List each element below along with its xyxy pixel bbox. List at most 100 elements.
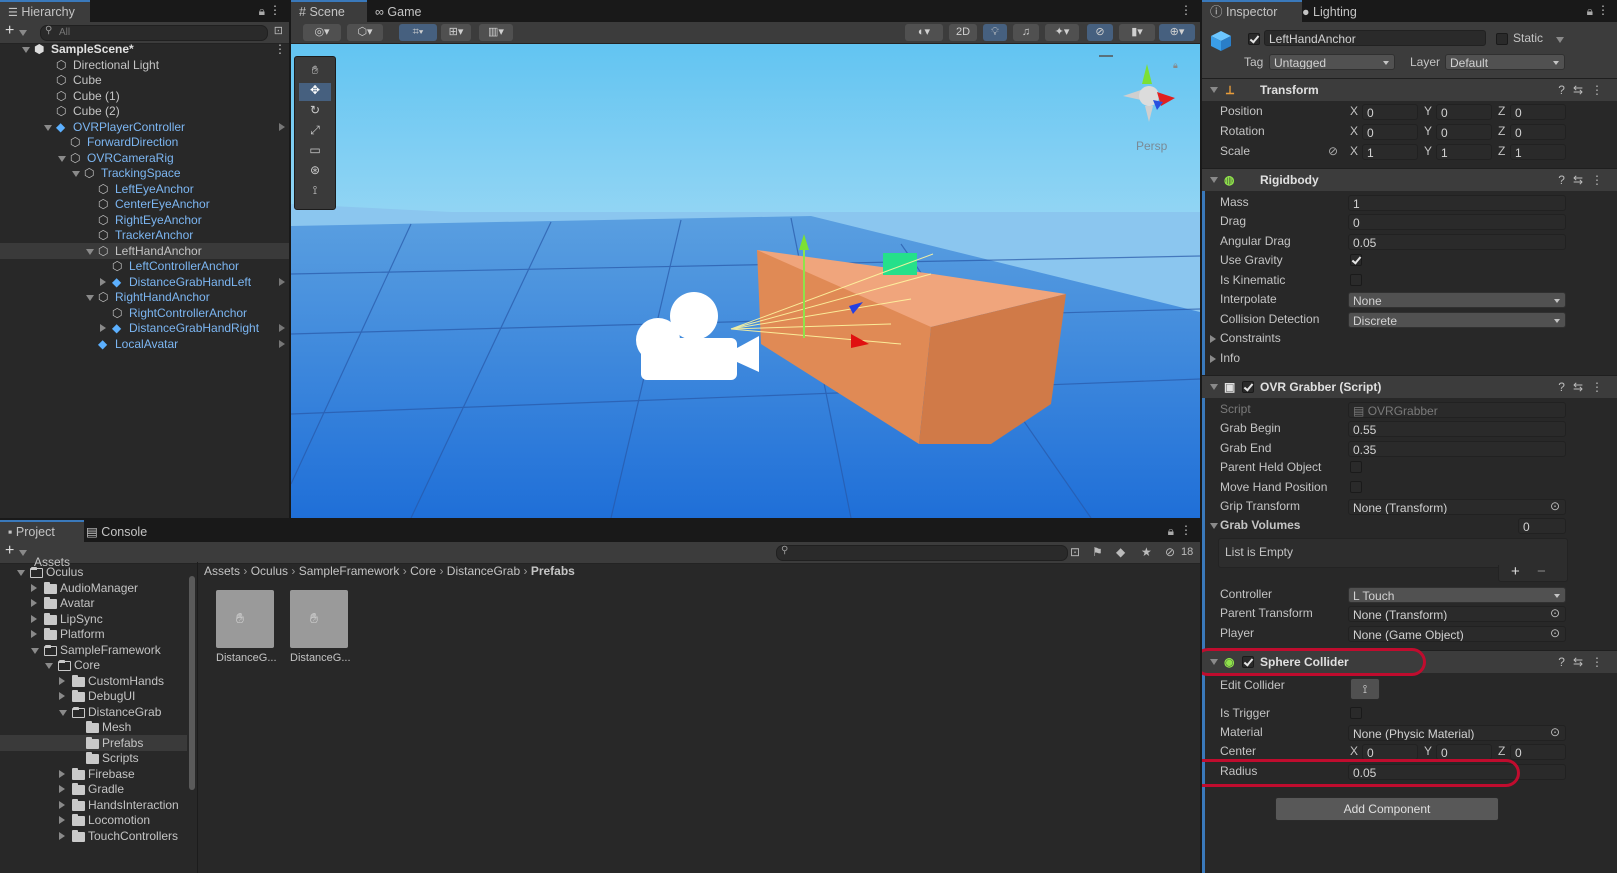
breadcrumb-item[interactable]: Prefabs [531, 564, 575, 578]
tab-project[interactable]: ▪ Project [0, 520, 84, 544]
grab-volumes-size[interactable]: 0 [1518, 518, 1566, 534]
hierarchy-item[interactable]: ⬡ ForwardDirection [0, 134, 289, 150]
center-x[interactable]: 0 [1362, 744, 1418, 760]
asset-tile[interactable]: ✋︎ DistanceG... [290, 590, 351, 664]
chevron-down-icon[interactable] [19, 550, 27, 556]
angular-drag-field[interactable]: 0.05 [1348, 234, 1566, 250]
object-picker-icon[interactable]: ⊙ [1550, 723, 1560, 742]
center-z[interactable]: 0 [1510, 744, 1566, 760]
constrain-proportions-icon[interactable]: ⊘ [1328, 142, 1338, 161]
kebab-menu-icon[interactable]: ⋮ [1180, 523, 1192, 537]
lock-icon[interactable]: 🔒︎ [1168, 524, 1174, 539]
hierarchy-item[interactable]: ⬡ TrackingSpace [0, 165, 289, 181]
kebab-menu-icon[interactable]: ⋮ [1597, 3, 1609, 17]
add-component-button[interactable]: Add Component [1275, 797, 1499, 821]
hierarchy-item[interactable]: ⬡ Cube (1) [0, 88, 289, 104]
search-by-type-icon[interactable]: ⊡ [1070, 545, 1080, 559]
move-tool[interactable]: ✥ [299, 83, 331, 101]
folder-tree-item[interactable]: TouchControllers [0, 828, 187, 844]
mass-field[interactable]: 1 [1348, 195, 1566, 211]
transform-header[interactable]: ⟂ Transform ?⇆⋮ [1202, 78, 1617, 101]
collapse-icon[interactable] [86, 295, 94, 301]
collapse-icon[interactable] [17, 570, 25, 576]
grabber-enabled-checkbox[interactable] [1242, 381, 1254, 393]
lock-icon[interactable]: 🔒︎ [1173, 60, 1178, 71]
breadcrumb-item[interactable]: SampleFramework [299, 564, 400, 578]
parent-held-checkbox[interactable] [1350, 461, 1362, 473]
draw-mode-button[interactable]: ◎▾ [303, 24, 341, 41]
lighting-toggle-button[interactable]: 💡︎ [983, 24, 1007, 41]
chevron-down-icon[interactable] [19, 30, 27, 36]
folder-tree-item[interactable]: Core [0, 657, 187, 673]
object-picker-icon[interactable]: ⊙ [1550, 497, 1560, 516]
grab-volumes-row[interactable]: Grab Volumes 0 [1202, 516, 1617, 535]
grab-begin-field[interactable]: 0.55 [1348, 421, 1566, 437]
scene-visibility-button[interactable]: ⬡▾ [347, 24, 383, 41]
tab-lighting[interactable]: ● Lighting [1294, 0, 1365, 22]
breadcrumb-item[interactable]: Assets [204, 564, 240, 578]
move-hand-checkbox[interactable] [1350, 481, 1362, 493]
component-header-icons[interactable]: ?⇆⋮ [1558, 376, 1611, 398]
folder-tree-item[interactable]: AudioManager [0, 580, 187, 596]
edit-collider-button[interactable]: ⟟ [1350, 678, 1380, 700]
object-name-field[interactable]: LeftHandAnchor [1264, 30, 1486, 46]
hierarchy-item[interactable]: ◆ OVRPlayerController [0, 119, 289, 135]
hidden-packages-icon[interactable]: ⊘ [1165, 545, 1175, 559]
transform-tool[interactable]: ⊛ [299, 163, 331, 181]
collapse-icon[interactable] [59, 709, 67, 716]
open-prefab-icon[interactable] [279, 324, 285, 332]
grid-toggle-button[interactable]: ⊞▾ [441, 24, 471, 41]
kebab-menu-icon[interactable]: ⋮ [1180, 3, 1192, 17]
hierarchy-item[interactable]: ⬡ RightHandAnchor [0, 289, 289, 305]
expand-icon[interactable] [59, 785, 65, 793]
hierarchy-item[interactable]: ⬡ RightControllerAnchor [0, 305, 289, 321]
layer-dropdown[interactable]: Default [1445, 54, 1565, 70]
expand-icon[interactable] [31, 599, 37, 607]
collapse-icon[interactable] [22, 47, 30, 53]
folder-tree-item[interactable]: Prefabs [0, 734, 187, 751]
is-kinematic-checkbox[interactable] [1350, 274, 1362, 286]
audio-toggle-button[interactable]: ♫ [1013, 24, 1039, 41]
folder-tree-item[interactable]: Gradle [0, 781, 187, 797]
info-row[interactable]: Info [1202, 349, 1617, 368]
hidden-objects-button[interactable]: ⊘ [1087, 24, 1113, 41]
hierarchy-item[interactable]: ⬡ Directional Light [0, 57, 289, 73]
expand-icon[interactable] [59, 831, 65, 840]
folder-tree-item[interactable]: Avatar [0, 595, 187, 611]
expand-icon[interactable] [59, 692, 65, 700]
effects-button[interactable]: ✦▾ [1045, 24, 1079, 41]
collapse-icon[interactable] [1210, 177, 1218, 183]
chevron-down-icon[interactable] [1556, 37, 1564, 43]
hierarchy-item[interactable]: ⬡ Cube (2) [0, 103, 289, 119]
folder-tree-item[interactable]: Locomotion [0, 812, 187, 828]
scale-x[interactable]: 1 [1362, 144, 1418, 160]
kebab-menu-icon[interactable]: ⋮ [274, 41, 286, 57]
lock-icon[interactable]: 🔒︎ [259, 4, 265, 19]
expand-icon[interactable] [59, 769, 65, 778]
kebab-menu-icon[interactable]: ⋮ [269, 3, 281, 17]
material-field[interactable]: None (Physic Material) [1348, 725, 1566, 741]
ovr-grabber-header[interactable]: ▣ OVR Grabber (Script) ?⇆⋮ [1202, 375, 1617, 398]
collapse-icon[interactable] [72, 171, 80, 177]
parent-transform-field[interactable]: None (Transform) [1348, 606, 1566, 622]
folder-tree-item[interactable]: Platform [0, 626, 187, 642]
hierarchy-item[interactable]: ⬡ Cube [0, 72, 289, 88]
tab-game[interactable]: ∞ Game [367, 0, 429, 22]
position-x[interactable]: 0 [1362, 104, 1418, 120]
tree-scrollbar[interactable] [189, 576, 195, 790]
gizmos-button[interactable]: ⊕▾ [1159, 24, 1195, 41]
tab-hierarchy[interactable]: ☰ Hierarchy [0, 0, 90, 24]
position-y[interactable]: 0 [1436, 104, 1492, 120]
custom-tool[interactable]: ⟟ [299, 183, 331, 201]
expand-icon[interactable] [59, 676, 65, 685]
collapse-icon[interactable] [1210, 384, 1218, 390]
increment-snap-button[interactable]: ▥▾ [479, 24, 513, 41]
hierarchy-item[interactable]: ⬡ LeftEyeAnchor [0, 181, 289, 197]
tab-scene[interactable]: # Scene [291, 0, 367, 24]
expand-icon[interactable] [100, 277, 106, 286]
folder-tree-item[interactable]: DistanceGrab [0, 704, 187, 720]
search-options-icon[interactable]: ⊡ [274, 24, 283, 37]
constraints-row[interactable]: Constraints [1202, 329, 1617, 348]
hierarchy-item[interactable]: ⬡ OVRCameraRig [0, 150, 289, 166]
interpolate-dropdown[interactable]: None [1348, 292, 1566, 308]
